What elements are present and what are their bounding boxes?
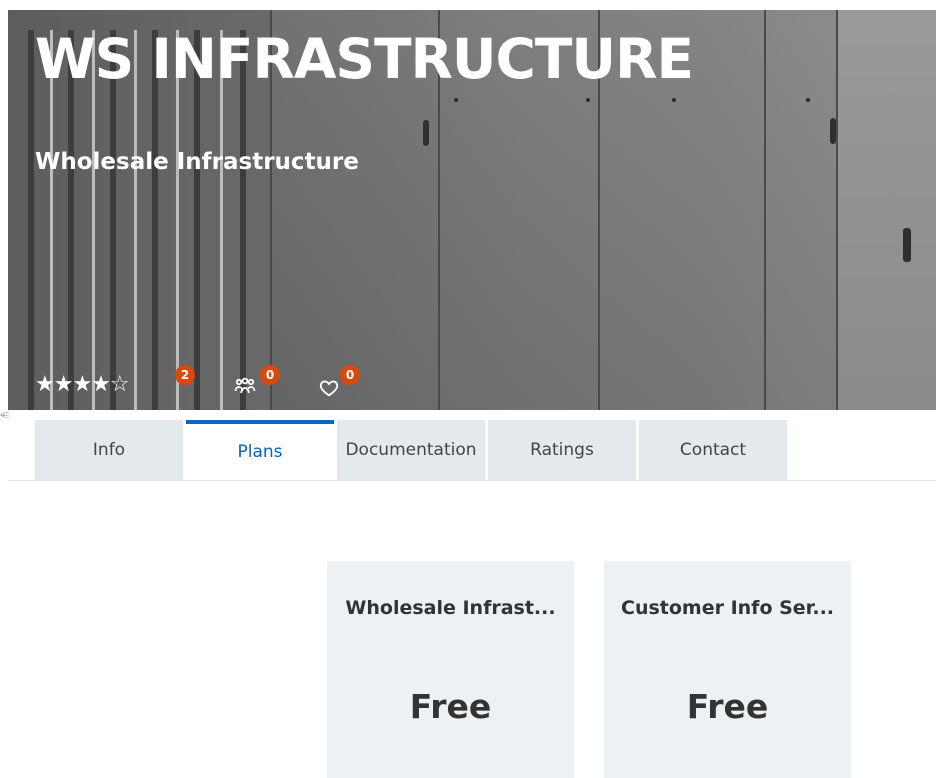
collapse-arrow-icon[interactable]: ⥺ [0, 408, 9, 422]
tab-documentation[interactable]: Documentation [337, 420, 485, 480]
product-tabs: Info Plans Documentation Ratings Contact [35, 420, 790, 480]
cabinet-handle [423, 120, 429, 146]
tab-ratings[interactable]: Ratings [488, 420, 636, 480]
cabinet-lock-dot [454, 98, 458, 102]
plan-card[interactable]: Wholesale Infrast... Free [327, 561, 574, 778]
rack-slit [28, 30, 34, 410]
page-title: WS INFRASTRUCTURE [35, 27, 694, 91]
cabinet-lock-dot [806, 98, 810, 102]
rating-count-badge: 2 [175, 365, 195, 385]
tab-info[interactable]: Info [35, 420, 183, 480]
followers-count-badge: 0 [340, 365, 360, 385]
page-subtitle: Wholesale Infrastructure [35, 149, 359, 175]
plan-card[interactable]: Customer Info Ser... Free [604, 561, 851, 778]
cabinet-door [764, 10, 838, 410]
users-group-icon[interactable] [233, 375, 257, 402]
heart-icon[interactable] [318, 377, 340, 402]
hero-banner: WS INFRASTRUCTURE Wholesale Infrastructu… [8, 10, 936, 410]
tab-contact[interactable]: Contact [639, 420, 787, 480]
subscribers-count-badge: 0 [260, 365, 280, 385]
cabinet-handle [903, 228, 911, 262]
star-rating[interactable]: ★★★★☆ [35, 372, 130, 397]
tab-plans[interactable]: Plans [186, 420, 334, 480]
plan-name: Customer Info Ser... [621, 597, 834, 619]
cabinet-door [836, 10, 936, 410]
cabinet-lock-dot [672, 98, 676, 102]
plan-name: Wholesale Infrast... [345, 597, 556, 619]
tabs-divider [8, 480, 936, 481]
plan-price: Free [686, 687, 769, 726]
cabinet-handle [830, 118, 836, 144]
cabinet-lock-dot [586, 98, 590, 102]
plan-price: Free [409, 687, 492, 726]
